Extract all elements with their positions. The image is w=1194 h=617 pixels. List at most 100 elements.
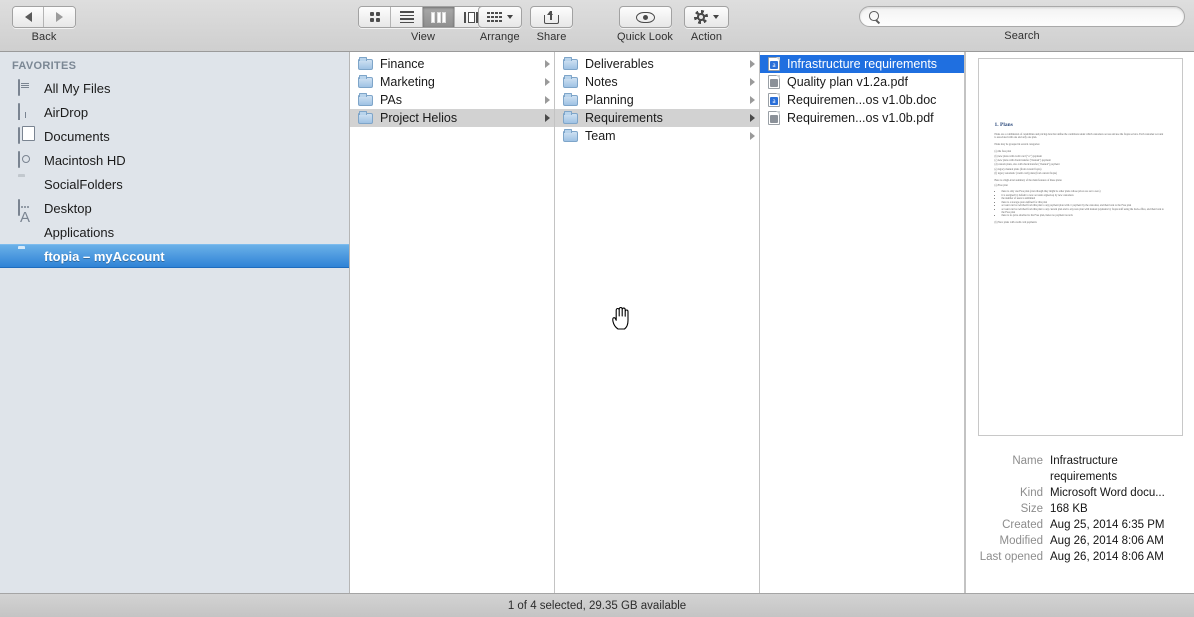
arrange-button[interactable]: [478, 6, 522, 28]
airdrop-icon: [18, 103, 36, 120]
thumbnail-subheading: (a) Free plan: [994, 183, 1008, 187]
sidebar-item-label: ftopia – myAccount: [44, 248, 165, 264]
hard-disk-icon: [18, 151, 36, 168]
back-button[interactable]: [13, 7, 44, 27]
metadata-value: Aug 26, 2014 8:06 AM: [1050, 534, 1164, 547]
row-label: Project Helios: [380, 111, 458, 125]
folder-icon: [358, 92, 373, 106]
triangle-right-icon: [56, 12, 63, 22]
folder-icon: [563, 74, 578, 88]
quick-look-button[interactable]: [618, 6, 672, 28]
sidebar-item-ftopia-myaccount[interactable]: ftopia – myAccount: [0, 244, 349, 268]
sidebar-item-documents[interactable]: Documents: [0, 124, 349, 148]
thumbnail-heading: 1. Plans: [994, 122, 1013, 128]
folder-icon: [18, 248, 36, 264]
file-row[interactable]: a Requiremen...os v1.0b.doc: [760, 91, 964, 109]
thumbnail-bullet: account can be switched from this plan t…: [1002, 208, 1166, 215]
window-body: FAVORITES All My Files AirDrop Documents…: [0, 52, 1194, 593]
folder-icon: [18, 176, 36, 192]
view-list-button[interactable]: [391, 7, 423, 27]
chevron-right-icon: [545, 78, 550, 86]
column-row[interactable]: Planning: [555, 91, 759, 109]
folder-icon: [358, 110, 373, 124]
sidebar-item-macintosh-hd[interactable]: Macintosh HD: [0, 148, 349, 172]
folder-icon: [358, 56, 373, 70]
sidebar-item-airdrop[interactable]: AirDrop: [0, 100, 349, 124]
share-button[interactable]: [530, 6, 573, 28]
finder-column-2: Deliverables Notes Planning Requirements: [555, 52, 760, 593]
column-row-selected[interactable]: Project Helios: [350, 109, 554, 127]
view-icon-button[interactable]: [359, 7, 391, 27]
thumbnail-paragraph: Here is a high-level summary of the main…: [994, 179, 1063, 183]
row-label: Deliverables: [585, 57, 654, 71]
coverflow-view-icon: [464, 11, 478, 23]
column-row[interactable]: Finance: [350, 55, 554, 73]
forward-button[interactable]: [44, 7, 75, 27]
status-bar: 1 of 4 selected, 29.35 GB available: [0, 593, 1194, 617]
toolbar: Back View Arrange Share Quick Look Actio…: [0, 0, 1194, 52]
sidebar-item-socialfolders[interactable]: SocialFolders: [0, 172, 349, 196]
row-label: Team: [585, 129, 616, 143]
file-row[interactable]: Quality plan v1.2a.pdf: [760, 73, 964, 91]
share-arrow-icon: [544, 10, 559, 24]
thumbnail-list-item: (c) new plans with check/transfer ("manu…: [994, 159, 1051, 163]
view-column-button[interactable]: [423, 7, 455, 27]
action-label: Action: [690, 31, 723, 43]
sidebar-item-desktop[interactable]: Desktop: [0, 196, 349, 220]
thumbnail-footer: (b) New plans with credit card payments: [994, 221, 1037, 225]
metadata-row-created: Created Aug 25, 2014 6:35 PM: [978, 518, 1184, 534]
sidebar-item-label: Desktop: [44, 200, 92, 216]
thumbnail-paragraph: Plans are a combination of capabilities …: [994, 133, 1164, 140]
action-button[interactable]: [684, 6, 729, 28]
sidebar-item-label: Documents: [44, 128, 110, 144]
row-label: PAs: [380, 93, 402, 107]
column-row-selected[interactable]: Requirements: [555, 109, 759, 127]
sidebar: FAVORITES All My Files AirDrop Documents…: [0, 52, 350, 593]
search-icon: [869, 11, 880, 22]
view-group: View: [358, 6, 488, 43]
preview-pane: 1. Plans Plans are a combination of capa…: [965, 52, 1194, 593]
file-row[interactable]: Requiremen...os v1.0b.pdf: [760, 109, 964, 127]
thumbnail-list-item: (b) new plans with credit card ("cc") pa…: [994, 154, 1042, 158]
document-thumbnail[interactable]: 1. Plans Plans are a combination of capa…: [977, 58, 1183, 436]
view-segmented-control: [358, 6, 488, 28]
applications-icon: [18, 224, 36, 240]
column-row[interactable]: Deliverables: [555, 55, 759, 73]
navigation-group: Back: [12, 6, 76, 43]
file-row-selected[interactable]: a Infrastructure requirements: [760, 55, 964, 73]
chevron-right-icon: [545, 96, 550, 104]
search-field[interactable]: [859, 6, 1185, 27]
word-document-icon: a: [768, 93, 780, 107]
metadata-row-modified: Modified Aug 26, 2014 8:06 AM: [978, 534, 1184, 550]
metadata-value: 168 KB: [1050, 502, 1088, 515]
column-row[interactable]: Notes: [555, 73, 759, 91]
file-label: Requiremen...os v1.0b.doc: [787, 93, 937, 107]
metadata-list: Name Infrastructure requirements Kind Mi…: [976, 454, 1184, 566]
share-group: Share: [530, 6, 573, 43]
metadata-label: Created: [1002, 518, 1043, 531]
column-row[interactable]: PAs: [350, 91, 554, 109]
column-row[interactable]: Team: [555, 127, 759, 145]
view-label: View: [410, 31, 436, 43]
folder-icon: [563, 110, 578, 124]
sidebar-item-all-my-files[interactable]: All My Files: [0, 76, 349, 100]
sidebar-item-label: Applications: [44, 224, 115, 240]
quick-look-group: Quick Look: [617, 6, 673, 43]
chevron-down-icon: [506, 15, 513, 19]
chevron-right-icon: [750, 78, 755, 86]
list-view-icon: [399, 9, 414, 25]
sidebar-item-applications[interactable]: Applications: [0, 220, 349, 244]
chevron-right-icon: [750, 114, 755, 122]
chevron-right-icon: [545, 114, 550, 122]
search-group: Search: [857, 6, 1187, 42]
metadata-value: Infrastructure requirements: [1050, 455, 1118, 483]
share-label: Share: [536, 31, 567, 43]
pdf-document-icon: [768, 111, 780, 125]
quick-look-label: Quick Look: [617, 31, 674, 43]
row-label: Finance: [380, 57, 425, 71]
row-label: Requirements: [585, 111, 663, 125]
column-row[interactable]: Marketing: [350, 73, 554, 91]
status-text: 1 of 4 selected, 29.35 GB available: [507, 599, 687, 612]
sidebar-item-label: All My Files: [44, 80, 111, 96]
search-input[interactable]: [885, 10, 1175, 23]
